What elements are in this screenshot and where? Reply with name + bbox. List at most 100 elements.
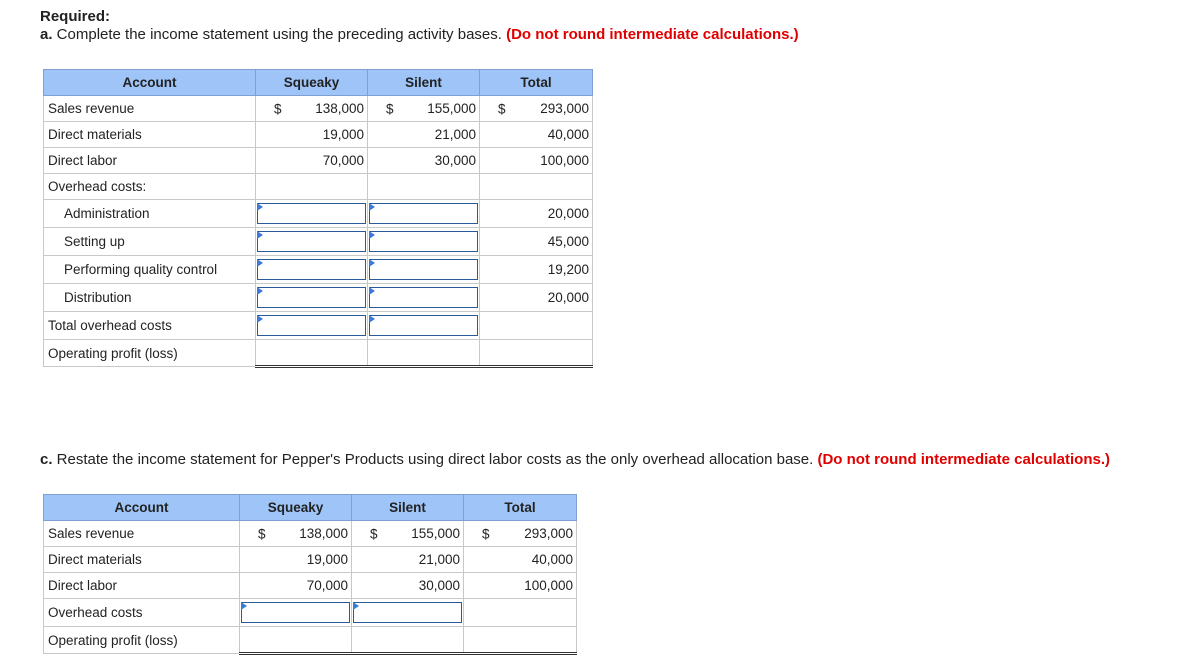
silent-value: 30,000 xyxy=(351,572,464,599)
row-total-overhead: Total overhead costs xyxy=(43,311,593,340)
header-silent: Silent xyxy=(367,69,480,96)
squeaky-distribution-input[interactable] xyxy=(255,283,368,312)
row-sales-revenue: Sales revenue $138,000 $155,000 $293,000 xyxy=(43,520,577,547)
empty-cell xyxy=(463,598,577,627)
row-label: Administration xyxy=(43,199,256,228)
row-label: Direct labor xyxy=(43,572,240,599)
squeaky-setting-up-input[interactable] xyxy=(255,227,368,256)
dollar-sign: $ xyxy=(386,101,394,116)
part-a-label: a. xyxy=(40,26,53,43)
input-flag-icon xyxy=(241,602,247,610)
header-account: Account xyxy=(43,69,256,96)
squeaky-administration-input[interactable] xyxy=(255,199,368,228)
value-text: 293,000 xyxy=(540,101,589,116)
total-value: 100,000 xyxy=(463,572,577,599)
empty-cell xyxy=(255,173,368,200)
row-label: Direct labor xyxy=(43,147,256,174)
header-squeaky: Squeaky xyxy=(255,69,368,96)
silent-value: 21,000 xyxy=(351,546,464,573)
total-value: 20,000 xyxy=(479,199,593,228)
squeaky-value: $138,000 xyxy=(255,95,368,122)
required-heading: Required: xyxy=(40,8,111,25)
row-setting-up: Setting up 45,000 xyxy=(43,227,593,256)
empty-cell xyxy=(479,311,593,340)
silent-value: 30,000 xyxy=(367,147,480,174)
row-direct-labor: Direct labor 70,000 30,000 100,000 xyxy=(43,572,577,599)
row-overhead-costs: Overhead costs xyxy=(43,598,577,627)
row-label: Sales revenue xyxy=(43,95,256,122)
empty-cell xyxy=(367,173,480,200)
silent-administration-input[interactable] xyxy=(367,199,480,228)
total-value: 40,000 xyxy=(479,121,593,148)
silent-distribution-input[interactable] xyxy=(367,283,480,312)
input-flag-icon xyxy=(257,259,263,267)
income-statement-table-a: Account Squeaky Silent Total Sales reven… xyxy=(43,69,593,368)
input-flag-icon xyxy=(257,315,263,323)
part-c-instruction: c. Restate the income statement for Pepp… xyxy=(40,451,1110,468)
part-c-note: (Do not round intermediate calculations.… xyxy=(817,451,1110,468)
input-flag-icon xyxy=(369,315,375,323)
part-c-text: Restate the income statement for Pepper'… xyxy=(52,451,818,468)
squeaky-value: 19,000 xyxy=(255,121,368,148)
silent-profit-cell[interactable] xyxy=(367,339,480,368)
row-label: Setting up xyxy=(43,227,256,256)
part-c-label: c. xyxy=(40,451,53,468)
row-label: Operating profit (loss) xyxy=(43,339,256,367)
value-text: 138,000 xyxy=(315,101,364,116)
silent-quality-control-input[interactable] xyxy=(367,255,480,284)
total-profit-cell[interactable] xyxy=(479,339,593,368)
row-label: Performing quality control xyxy=(43,255,256,284)
total-value: 19,200 xyxy=(479,255,593,284)
header-silent: Silent xyxy=(351,494,464,521)
total-profit-cell[interactable] xyxy=(463,626,577,655)
row-label: Overhead costs xyxy=(43,598,240,627)
row-direct-materials: Direct materials 19,000 21,000 40,000 xyxy=(43,121,593,148)
squeaky-total-overhead-input[interactable] xyxy=(255,311,368,340)
silent-setting-up-input[interactable] xyxy=(367,227,480,256)
silent-profit-cell[interactable] xyxy=(351,626,464,655)
row-label: Sales revenue xyxy=(43,520,240,547)
total-value: $293,000 xyxy=(463,520,577,547)
row-distribution: Distribution 20,000 xyxy=(43,283,593,312)
income-statement-table-c: Account Squeaky Silent Total Sales reven… xyxy=(43,494,577,655)
row-overhead-costs: Overhead costs: xyxy=(43,173,593,200)
squeaky-profit-cell[interactable] xyxy=(239,626,352,655)
dollar-sign: $ xyxy=(370,526,378,541)
value-text: 293,000 xyxy=(524,526,573,541)
row-operating-profit: Operating profit (loss) xyxy=(43,626,577,655)
silent-total-overhead-input[interactable] xyxy=(367,311,480,340)
input-flag-icon xyxy=(257,287,263,295)
input-flag-icon xyxy=(353,602,359,610)
dollar-sign: $ xyxy=(274,101,282,116)
row-label: Direct materials xyxy=(43,546,240,573)
value-text: 155,000 xyxy=(427,101,476,116)
input-flag-icon xyxy=(369,259,375,267)
total-value: 100,000 xyxy=(479,147,593,174)
silent-overhead-input[interactable] xyxy=(351,598,464,627)
row-direct-labor: Direct labor 70,000 30,000 100,000 xyxy=(43,147,593,174)
header-squeaky: Squeaky xyxy=(239,494,352,521)
header-account: Account xyxy=(43,494,240,521)
total-value: 40,000 xyxy=(463,546,577,573)
squeaky-quality-control-input[interactable] xyxy=(255,255,368,284)
value-text: 138,000 xyxy=(299,526,348,541)
input-flag-icon xyxy=(369,287,375,295)
row-administration: Administration 20,000 xyxy=(43,199,593,228)
row-label: Overhead costs: xyxy=(43,173,256,200)
squeaky-profit-cell[interactable] xyxy=(255,339,368,368)
dollar-sign: $ xyxy=(258,526,266,541)
total-value: 20,000 xyxy=(479,283,593,312)
squeaky-value: $138,000 xyxy=(239,520,352,547)
value-text: 155,000 xyxy=(411,526,460,541)
part-a-instruction: a. Complete the income statement using t… xyxy=(40,26,799,43)
squeaky-overhead-input[interactable] xyxy=(239,598,352,627)
row-label: Operating profit (loss) xyxy=(43,626,240,654)
row-quality-control: Performing quality control 19,200 xyxy=(43,255,593,284)
row-label: Distribution xyxy=(43,283,256,312)
row-label: Total overhead costs xyxy=(43,311,256,340)
silent-value: $155,000 xyxy=(367,95,480,122)
row-sales-revenue: Sales revenue $138,000 $155,000 $293,000 xyxy=(43,95,593,122)
empty-cell xyxy=(479,173,593,200)
squeaky-value: 19,000 xyxy=(239,546,352,573)
input-flag-icon xyxy=(257,203,263,211)
